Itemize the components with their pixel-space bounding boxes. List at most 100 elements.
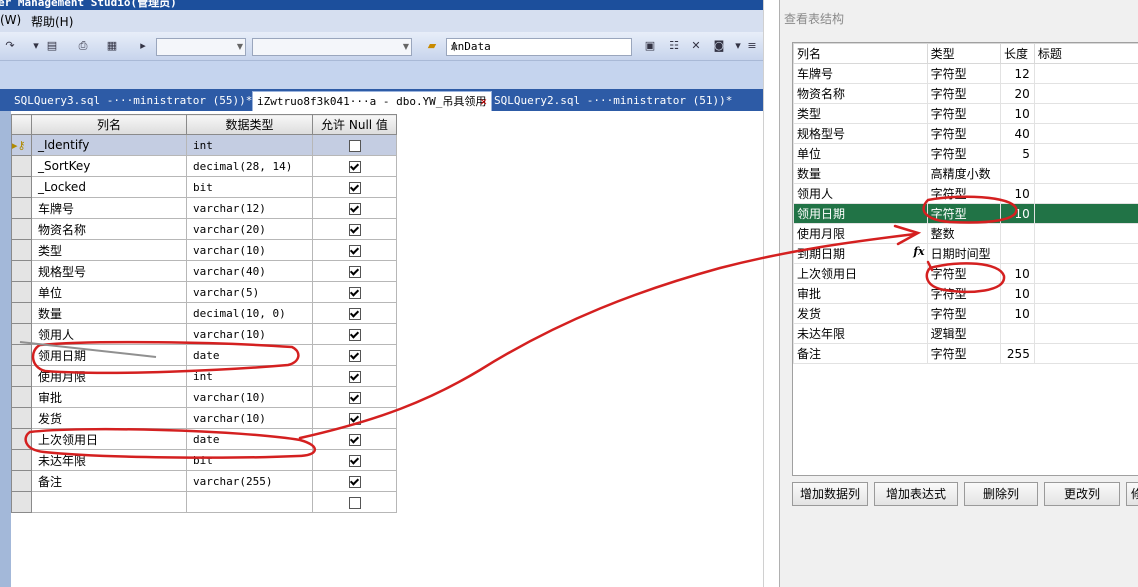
structure-name-cell[interactable]: 车牌号 bbox=[793, 63, 928, 84]
structure-row[interactable]: 类型 字符型 10 bbox=[793, 103, 1138, 124]
structure-row[interactable]: 领用人 字符型 10 bbox=[793, 183, 1138, 204]
allow-null-checkbox[interactable] bbox=[348, 160, 361, 173]
structure-caption-cell[interactable] bbox=[1033, 223, 1138, 244]
menu-help[interactable]: 帮助(H) bbox=[31, 13, 73, 30]
structure-length-cell[interactable]: 10 bbox=[1000, 303, 1035, 324]
tab-sqlquery3[interactable]: SQLQuery3.sql -···ministrator (55))* bbox=[14, 91, 252, 111]
structure-type-cell[interactable]: 字符型 bbox=[926, 123, 1002, 144]
allow-null-checkbox[interactable] bbox=[348, 496, 361, 509]
properties-icon[interactable]: ☷ bbox=[666, 38, 682, 54]
object-explorer-icon[interactable]: ▣ bbox=[642, 38, 658, 54]
structure-length-cell[interactable]: 255 bbox=[1000, 343, 1035, 364]
delete-column-button[interactable]: 删除列 bbox=[964, 482, 1038, 506]
structure-length-cell[interactable]: 12 bbox=[1000, 63, 1035, 84]
table-row[interactable]: 车牌号 varchar(12) bbox=[11, 197, 397, 219]
column-name-cell[interactable]: 单位 bbox=[31, 281, 187, 303]
structure-row[interactable]: 规格型号 字符型 40 bbox=[793, 123, 1138, 144]
data-type-cell[interactable]: date bbox=[186, 428, 313, 450]
print-icon[interactable]: ⎙ bbox=[75, 38, 91, 54]
column-name-cell[interactable]: 发货 bbox=[31, 407, 187, 429]
structure-row[interactable]: 发货 字符型 10 bbox=[793, 303, 1138, 324]
column-header-type[interactable]: 数据类型 bbox=[186, 114, 313, 135]
data-type-cell[interactable]: bit bbox=[186, 176, 313, 198]
row-selector[interactable] bbox=[11, 365, 32, 387]
column-name-cell[interactable]: 规格型号 bbox=[31, 260, 187, 282]
change-column-button[interactable]: 更改列 bbox=[1044, 482, 1120, 506]
table-row[interactable]: 规格型号 varchar(40) bbox=[11, 260, 397, 282]
structure-type-cell[interactable]: 字符型 bbox=[926, 343, 1002, 364]
table-row[interactable] bbox=[11, 491, 397, 513]
structure-length-cell[interactable]: 10 bbox=[1000, 183, 1035, 204]
structure-name-cell[interactable]: 未达年限 bbox=[793, 323, 928, 344]
allow-null-checkbox[interactable] bbox=[348, 370, 361, 383]
structure-row[interactable]: 使用月限 整数 bbox=[793, 223, 1138, 244]
column-name-cell[interactable]: 使用月限 bbox=[31, 365, 187, 387]
structure-row[interactable]: 未达年限 逻辑型 bbox=[793, 323, 1138, 344]
data-type-cell[interactable]: varchar(12) bbox=[186, 197, 313, 219]
structure-row[interactable]: 物资名称 字符型 20 bbox=[793, 83, 1138, 104]
structure-caption-cell[interactable] bbox=[1033, 283, 1138, 304]
column-name-cell[interactable]: 类型 bbox=[31, 239, 187, 261]
structure-caption-cell[interactable] bbox=[1033, 343, 1138, 364]
table-row[interactable]: ▸⚷ _Identify int bbox=[11, 134, 397, 156]
structure-header-caption[interactable]: 标题 bbox=[1033, 43, 1138, 64]
structure-type-cell[interactable]: 字符型 bbox=[926, 283, 1002, 304]
allow-null-checkbox[interactable] bbox=[348, 307, 361, 320]
close-icon[interactable]: ✕ bbox=[480, 92, 487, 112]
table-row[interactable]: 数量 decimal(10, 0) bbox=[11, 302, 397, 324]
column-name-cell[interactable]: 未达年限 bbox=[31, 449, 187, 471]
table-row[interactable]: 领用日期 date bbox=[11, 344, 397, 366]
table-row[interactable]: 审批 varchar(10) bbox=[11, 386, 397, 408]
structure-caption-cell[interactable] bbox=[1033, 183, 1138, 204]
structure-name-cell[interactable]: 到期日期 fx bbox=[793, 243, 928, 264]
structure-type-cell[interactable]: 日期时间型 bbox=[926, 243, 1002, 264]
structure-type-cell[interactable]: 字符型 bbox=[926, 303, 1002, 324]
table-row[interactable]: 使用月限 int bbox=[11, 365, 397, 387]
allow-null-checkbox[interactable] bbox=[348, 454, 361, 467]
menu-window[interactable]: (W) bbox=[0, 13, 21, 27]
column-header-nullable[interactable]: 允许 Null 值 bbox=[312, 114, 397, 135]
allow-null-checkbox[interactable] bbox=[348, 286, 361, 299]
structure-type-cell[interactable]: 字符型 bbox=[926, 203, 1002, 224]
table-row[interactable]: 类型 varchar(10) bbox=[11, 239, 397, 261]
structure-length-cell[interactable] bbox=[1000, 223, 1035, 244]
dropdown-arrow-icon[interactable]: ▾ bbox=[28, 38, 44, 54]
structure-row[interactable]: 上次领用日 字符型 10 bbox=[793, 263, 1138, 284]
data-type-cell[interactable]: decimal(28, 14) bbox=[186, 155, 313, 177]
structure-type-cell[interactable]: 字符型 bbox=[926, 263, 1002, 284]
row-selector[interactable] bbox=[11, 155, 32, 177]
structure-row[interactable]: 数量 高精度小数 bbox=[793, 163, 1138, 184]
allow-null-checkbox[interactable] bbox=[348, 202, 361, 215]
column-name-cell[interactable]: 车牌号 bbox=[31, 197, 187, 219]
structure-length-cell[interactable]: 10 bbox=[1000, 263, 1035, 284]
structure-type-cell[interactable]: 高精度小数 bbox=[926, 163, 1002, 184]
structure-name-cell[interactable]: 发货 bbox=[793, 303, 928, 324]
table-row[interactable]: 单位 varchar(5) bbox=[11, 281, 397, 303]
row-selector[interactable] bbox=[11, 386, 32, 408]
platform-combo[interactable]: ▼ bbox=[252, 38, 412, 56]
add-data-column-button[interactable]: 增加数据列 bbox=[792, 482, 868, 506]
structure-caption-cell[interactable] bbox=[1033, 63, 1138, 84]
data-type-cell[interactable]: varchar(40) bbox=[186, 260, 313, 282]
add-expression-button[interactable]: 增加表达式 bbox=[874, 482, 958, 506]
data-type-cell[interactable]: varchar(255) bbox=[186, 470, 313, 492]
structure-caption-cell[interactable] bbox=[1033, 163, 1138, 184]
row-selector[interactable] bbox=[11, 491, 32, 513]
structure-name-cell[interactable]: 类型 bbox=[793, 103, 928, 124]
data-type-cell[interactable]: int bbox=[186, 365, 313, 387]
column-name-cell[interactable]: 数量 bbox=[31, 302, 187, 324]
save-icon[interactable]: ▤ bbox=[44, 38, 60, 54]
structure-length-cell[interactable]: 20 bbox=[1000, 83, 1035, 104]
structure-caption-cell[interactable] bbox=[1033, 263, 1138, 284]
table-row[interactable]: 物资名称 varchar(20) bbox=[11, 218, 397, 240]
data-type-cell[interactable]: varchar(5) bbox=[186, 281, 313, 303]
allow-null-checkbox[interactable] bbox=[348, 181, 361, 194]
row-selector[interactable] bbox=[11, 281, 32, 303]
allow-null-checkbox[interactable] bbox=[348, 412, 361, 425]
column-name-cell[interactable]: 领用人 bbox=[31, 323, 187, 345]
allow-null-checkbox[interactable] bbox=[348, 139, 361, 152]
structure-type-cell[interactable]: 字符型 bbox=[926, 63, 1002, 84]
allow-null-checkbox[interactable] bbox=[348, 391, 361, 404]
structure-name-cell[interactable]: 领用日期 bbox=[793, 203, 928, 224]
structure-length-cell[interactable]: 10 bbox=[1000, 203, 1035, 224]
